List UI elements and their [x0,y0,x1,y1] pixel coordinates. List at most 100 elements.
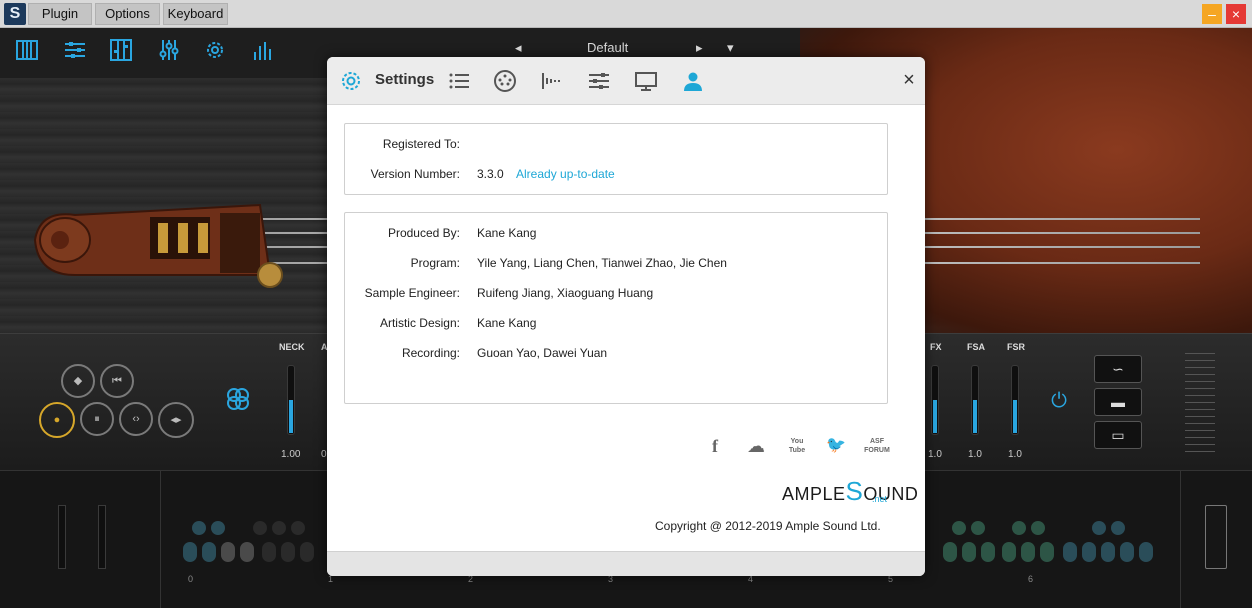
version-label: Version Number: [370,167,460,181]
key-dot[interactable] [300,542,314,562]
settings-title: Settings [375,71,435,88]
credit-value: Ruifeng Jiang, Xiaoguang Huang [477,286,654,300]
preset-prev-button[interactable]: ◂ [515,40,522,56]
key-dot[interactable] [1120,542,1134,562]
preset-name[interactable]: Default [587,40,628,55]
key-dot[interactable] [281,542,295,562]
slider-label-neck: NECK [279,342,305,352]
menu-options[interactable]: Options [95,3,160,25]
slider-fill-neck [289,400,293,433]
waveform-icon[interactable] [540,69,564,93]
slider-fsa[interactable] [971,365,979,435]
version-value: 3.3.0 [477,167,504,181]
pitch-wheel[interactable] [58,505,66,569]
piano-icon[interactable] [14,38,40,64]
slider-fsr[interactable] [1011,365,1019,435]
slider-value-neck: 1.00 [281,449,301,460]
credit-label: Program: [410,256,460,270]
key-dot[interactable] [240,542,254,562]
key-dot[interactable] [962,542,976,562]
articulation-mode-button[interactable]: ▬ [1094,388,1142,416]
key-dot[interactable] [1031,521,1045,535]
key-dot[interactable] [1021,542,1035,562]
record-button[interactable]: ● [39,402,75,438]
sliders-icon[interactable] [156,38,182,64]
key-dot[interactable] [952,521,966,535]
close-icon[interactable]: × [899,70,919,90]
forum-icon[interactable]: ASF FORUM [864,435,890,457]
mod-wheel[interactable] [98,505,106,569]
tab-effect-icon[interactable] [225,386,251,412]
preset-menu-button[interactable]: ▾ [727,40,734,56]
skip-button[interactable]: ⏮ [100,364,134,398]
registered-to-label: Registered To: [382,137,460,151]
sliders-icon[interactable] [587,69,611,93]
key-dot[interactable] [202,542,216,562]
key-dot[interactable] [1092,521,1106,535]
gear-icon[interactable] [339,69,363,93]
key-dot[interactable] [291,521,305,535]
soundcloud-icon[interactable]: ☁ [741,435,771,457]
slider-label-fx: FX [930,342,942,352]
gear-icon[interactable] [202,38,228,64]
articulation-legato-button[interactable]: ∽ [1094,355,1142,383]
key-dot[interactable] [1101,542,1115,562]
key-dot[interactable] [221,542,235,562]
pause-button[interactable]: ⏸ [80,402,114,436]
monitor-icon[interactable] [634,69,658,93]
logo-s: S [845,476,864,506]
credit-value: Guoan Yao, Dawei Yuan [477,346,608,360]
twitter-icon[interactable]: 🐦 [824,435,848,457]
key-dot[interactable] [1063,542,1077,562]
midi-icon[interactable] [493,69,517,93]
articulation-keys-button[interactable]: ▭ [1094,421,1142,449]
preset-next-button[interactable]: ▸ [696,40,703,56]
key-dot[interactable] [272,521,286,535]
key-dot[interactable] [1040,542,1054,562]
slider-neck[interactable] [287,365,295,435]
menu-keyboard[interactable]: Keyboard [163,3,228,25]
loop-button[interactable]: ‹› [119,402,153,436]
close-window-button[interactable]: × [1226,4,1246,24]
slider-fill-fx [933,400,937,433]
slider-fill-fsa [973,400,977,433]
menu-plugin[interactable]: Plugin [28,3,92,25]
copyright-text: Copyright @ 2012-2019 Ample Sound Ltd. [655,519,881,533]
bars-icon[interactable] [250,38,276,64]
slider-value-fx: 1.0 [928,449,942,460]
grid-icon[interactable] [108,38,134,64]
level-meter [1185,352,1215,452]
credit-label: Artistic Design: [379,316,460,330]
key-dot[interactable] [943,542,957,562]
key-dot[interactable] [981,542,995,562]
credit-value: Yile Yang, Liang Chen, Tianwei Zhao, Jie… [477,256,727,270]
list-icon[interactable] [447,69,471,93]
key-dot[interactable] [1012,521,1026,535]
minimize-button[interactable]: – [1202,4,1222,24]
marker-button[interactable]: ◆ [61,364,95,398]
key-dot[interactable] [971,521,985,535]
key-dot[interactable] [1139,542,1153,562]
youtube-icon[interactable]: You Tube [785,435,809,457]
key-dot[interactable] [1002,542,1016,562]
user-icon[interactable] [681,69,705,93]
scroll-headstock-image [30,195,300,290]
key-dot[interactable] [183,542,197,562]
key-dot[interactable] [211,521,225,535]
slider-value-fsr: 1.0 [1008,449,1022,460]
octave-label: 0 [188,574,194,584]
key-dot[interactable] [1082,542,1096,562]
app-logo-icon: S [4,3,26,25]
play-direction-button[interactable]: ◂▸ [158,402,194,438]
power-icon[interactable]: ⏻ [1048,390,1070,412]
facebook-icon[interactable]: f [707,435,723,457]
slider-value-fsa: 1.0 [968,449,982,460]
key-dot[interactable] [192,521,206,535]
update-status-link[interactable]: Already up-to-date [516,167,615,181]
slider-fx[interactable] [931,365,939,435]
key-dot[interactable] [262,542,276,562]
sustain-pedal-icon[interactable] [1205,505,1227,569]
mixer-icon[interactable] [62,38,88,64]
key-dot[interactable] [1111,521,1125,535]
key-dot[interactable] [253,521,267,535]
